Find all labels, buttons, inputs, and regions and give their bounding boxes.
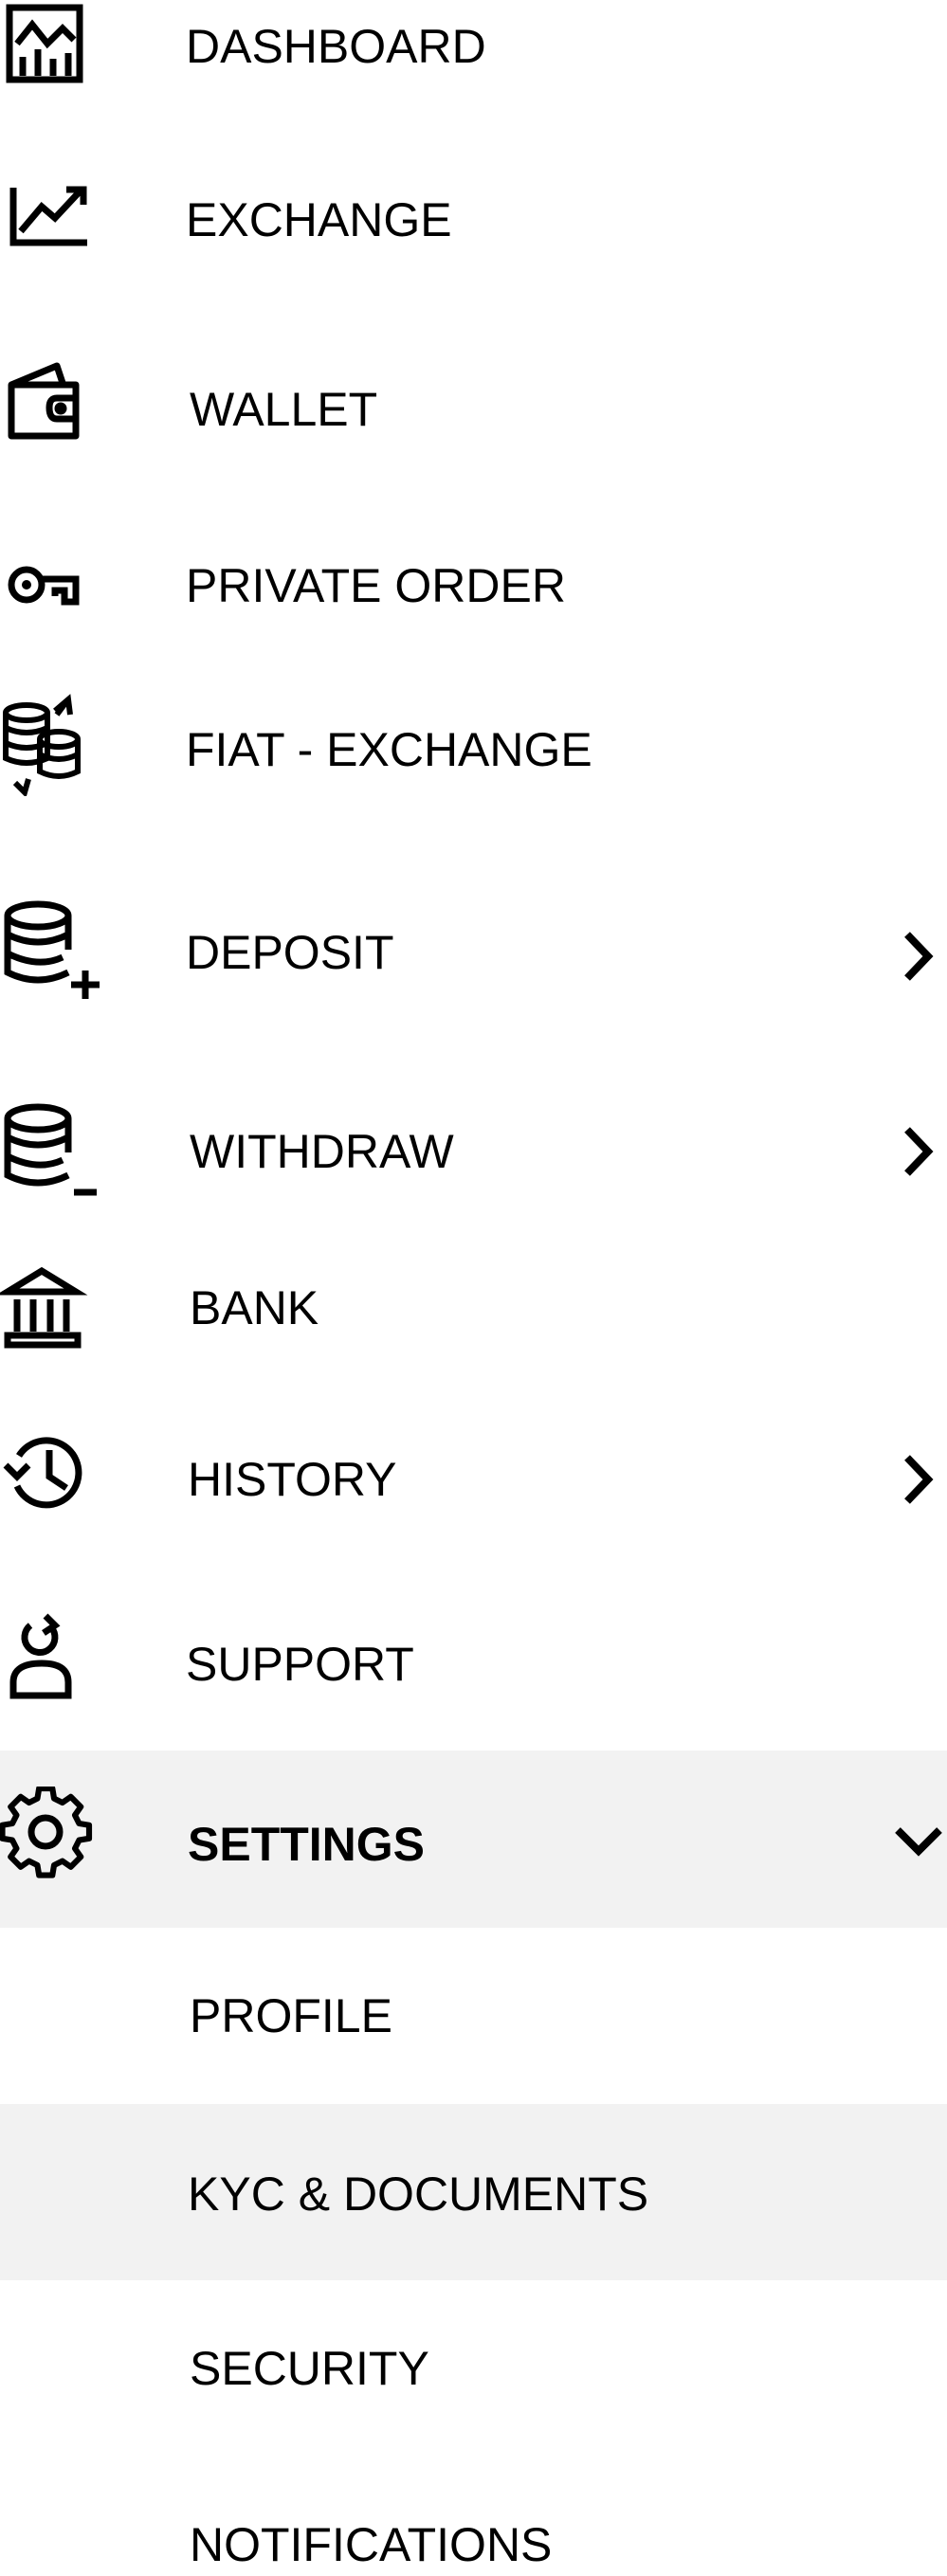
database-minus-icon — [0, 1099, 104, 1204]
submenu-item-label: SECURITY — [190, 2342, 429, 2395]
menu-item-label: HISTORY — [188, 1453, 397, 1506]
menu-item-bank[interactable]: BANK — [0, 1261, 947, 1355]
trend-line-icon — [0, 161, 104, 265]
menu-item-private-order[interactable]: PRIVATE ORDER — [0, 540, 947, 635]
chevron-right-icon[interactable] — [890, 923, 947, 989]
chevron-right-icon[interactable] — [890, 1118, 947, 1185]
menu-item-settings[interactable]: SETTINGS — [0, 1751, 947, 1928]
menu-item-label: PRIVATE ORDER — [186, 559, 566, 612]
menu-item-label: DEPOSIT — [186, 926, 394, 979]
menu-item-exchange[interactable]: EXCHANGE — [0, 161, 947, 275]
gear-icon — [0, 1787, 104, 1891]
submenu-item-security[interactable]: SECURITY — [0, 2280, 947, 2457]
history-icon — [0, 1422, 104, 1526]
menu-item-label: DASHBOARD — [186, 20, 486, 73]
menu-item-label: SUPPORT — [186, 1638, 414, 1691]
menu-item-withdraw[interactable]: WITHDRAW — [0, 1099, 947, 1204]
chevron-right-icon[interactable] — [890, 1446, 947, 1513]
coins-exchange-icon — [0, 692, 104, 796]
chevron-down-icon[interactable] — [890, 1807, 947, 1874]
menu-item-support[interactable]: SUPPORT — [0, 1606, 947, 1720]
key-icon — [0, 535, 104, 640]
menu-item-label: EXCHANGE — [186, 193, 452, 246]
menu-item-label: WALLET — [190, 383, 378, 436]
menu-item-label: SETTINGS — [188, 1818, 426, 1871]
submenu-item-notifications[interactable]: NOTIFICATIONS — [0, 2457, 947, 2576]
submenu-item-label: NOTIFICATIONS — [190, 2518, 553, 2571]
submenu-item-label: KYC & DOCUMENTS — [188, 2168, 649, 2221]
dashboard-chart-icon — [0, 0, 104, 104]
menu-item-label: FIAT - EXCHANGE — [186, 723, 592, 776]
menu-item-label: BANK — [190, 1281, 319, 1334]
submenu-item-profile[interactable]: PROFILE — [0, 1928, 947, 2104]
support-user-icon — [0, 1606, 104, 1711]
menu-item-fiat-exchange[interactable]: FIAT - EXCHANGE — [0, 692, 947, 806]
database-plus-icon — [0, 897, 104, 1001]
menu-item-wallet[interactable]: WALLET — [0, 351, 947, 464]
submenu-item-kyc-documents[interactable]: KYC & DOCUMENTS — [0, 2104, 947, 2280]
menu-item-dashboard[interactable]: DASHBOARD — [0, 0, 947, 104]
bank-icon — [0, 1256, 104, 1360]
wallet-icon — [0, 351, 104, 455]
menu-item-deposit[interactable]: DEPOSIT — [0, 897, 947, 1010]
submenu-item-label: PROFILE — [190, 1989, 392, 2042]
menu-item-history[interactable]: HISTORY — [0, 1422, 947, 1535]
menu-item-label: WITHDRAW — [190, 1125, 454, 1178]
